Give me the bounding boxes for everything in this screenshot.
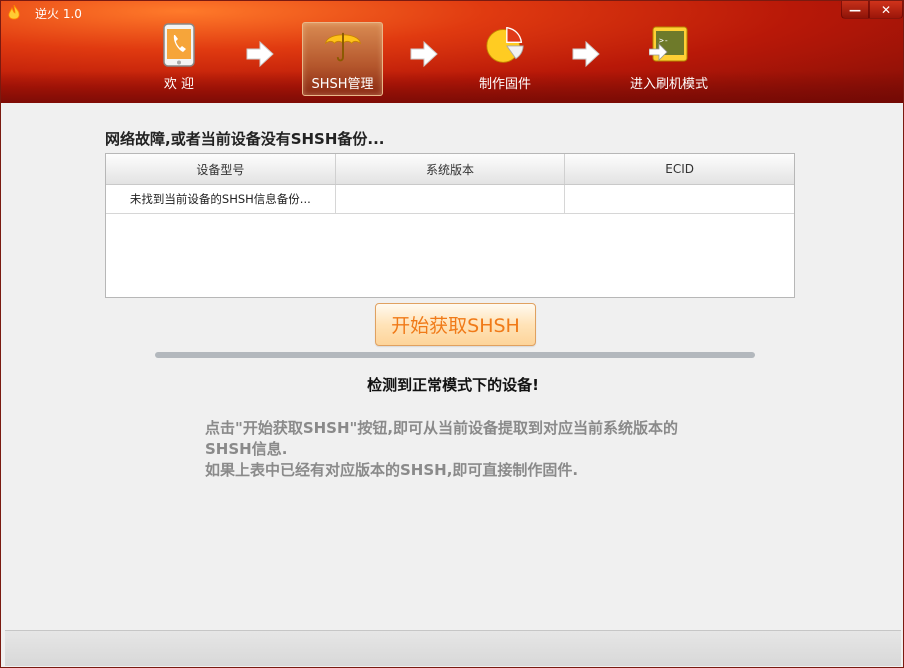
table-header: 设备型号 系统版本 ECID [106, 154, 794, 185]
step-label: 欢 迎 [163, 77, 195, 92]
step-label: SHSH管理 [311, 77, 374, 92]
step-shsh-management[interactable]: SHSH管理 [302, 22, 383, 96]
window-title: 逆火 1.0 [35, 7, 82, 21]
hint-line: 如果上表中已经有对应版本的SHSH,即可直接制作固件. [205, 461, 579, 479]
step-welcome[interactable]: 欢 迎 [139, 23, 219, 95]
section-title: 网络故障,或者当前设备没有SHSH备份... [105, 130, 385, 148]
phone-icon [159, 23, 199, 67]
arrow-right-icon [410, 40, 438, 68]
arrow-right-icon [246, 40, 274, 68]
hint-line: SHSH信息. [205, 440, 288, 458]
status-bar [5, 630, 901, 666]
close-button[interactable]: ✕ [869, 1, 903, 19]
step-label: 进入刷机模式 [629, 77, 708, 92]
table-cell: 未找到当前设备的SHSH信息备份... [106, 185, 336, 213]
status-text: 检测到正常模式下的设备! [367, 376, 539, 394]
column-header-ecid[interactable]: ECID [565, 154, 794, 184]
table-row[interactable]: 未找到当前设备的SHSH信息备份... [106, 185, 794, 214]
step-enter-flash-mode[interactable]: >- 进入刷机模式 [625, 23, 713, 95]
svg-text:>-: >- [659, 36, 669, 45]
column-header-system-version[interactable]: 系统版本 [336, 154, 566, 184]
column-header-device-model[interactable]: 设备型号 [106, 154, 336, 184]
app-window: 逆火 1.0 — ✕ 欢 迎 SHSH管理 制作固件 >- 进入刷机模式 网络故… [0, 0, 904, 668]
flame-logo-icon [8, 5, 20, 20]
umbrella-icon [323, 23, 363, 67]
header-banner: 逆火 1.0 — ✕ 欢 迎 SHSH管理 制作固件 >- 进入刷机模式 [1, 1, 903, 103]
hint-text: 点击"开始获取SHSH"按钮,即可从当前设备提取到对应当前系统版本的 SHSH信… [205, 418, 725, 481]
table-cell [565, 185, 794, 213]
pie-chart-icon [485, 23, 525, 67]
table-cell [336, 185, 566, 213]
step-label: 制作固件 [478, 77, 531, 92]
hint-line: 点击"开始获取SHSH"按钮,即可从当前设备提取到对应当前系统版本的 [205, 419, 679, 437]
progress-bar [155, 352, 755, 358]
arrow-right-icon [572, 40, 600, 68]
shsh-table: 设备型号 系统版本 ECID 未找到当前设备的SHSH信息备份... [105, 153, 795, 298]
start-get-shsh-button[interactable]: 开始获取SHSH [375, 303, 536, 346]
minimize-button[interactable]: — [841, 1, 869, 19]
step-make-firmware[interactable]: 制作固件 [465, 23, 545, 95]
terminal-icon: >- [649, 23, 689, 67]
